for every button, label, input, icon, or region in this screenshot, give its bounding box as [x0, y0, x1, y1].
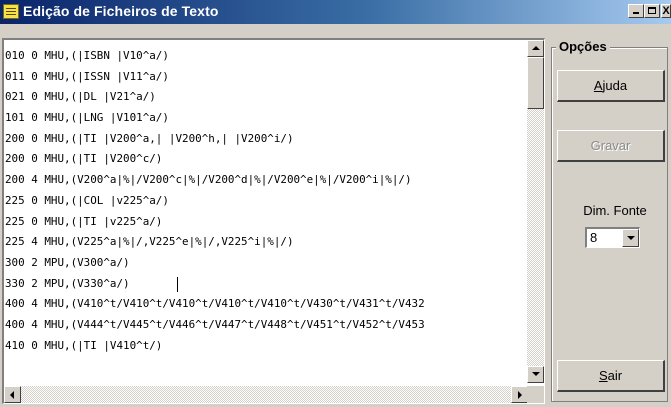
scroll-up-button[interactable]: [527, 40, 544, 57]
minimize-button[interactable]: [628, 4, 644, 18]
exit-button-label: air: [607, 368, 623, 383]
arrow-up-icon: [532, 46, 540, 50]
editor-line[interactable]: 200 0 MHU,(|TI |V200^a,| |V200^h,| |V200…: [5, 129, 527, 150]
help-accelerator: A: [593, 78, 603, 93]
vertical-scroll-thumb[interactable]: [527, 57, 544, 109]
minimize-icon: [633, 12, 639, 14]
scrollbar-corner: [527, 386, 544, 403]
editor-line[interactable]: 330 2 MPU,(V330^a/): [5, 274, 527, 295]
help-button[interactable]: Ajuda: [557, 70, 665, 102]
editor-line[interactable]: 225 0 MHU,(|COL |v225^a/): [5, 191, 527, 212]
text-caret: [177, 277, 178, 292]
font-size-value: 8: [590, 230, 598, 245]
title-bar[interactable]: Edição de Ficheiros de Texto X: [0, 0, 671, 24]
exit-accelerator: S: [598, 368, 608, 383]
editor-line[interactable]: 021 0 MHU,(|DL |V21^a/): [5, 87, 527, 108]
arrow-down-icon: [532, 372, 540, 376]
editor-line[interactable]: 300 2 MPU,(V300^a/): [5, 253, 527, 274]
font-size-label: Dim. Fonte: [583, 203, 647, 218]
editor-line[interactable]: 225 0 MHU,(|TI |v225^a/): [5, 212, 527, 233]
editor-line[interactable]: 225 4 MHU,(V225^a|%|/,V225^e|%|/,V225^i|…: [5, 232, 527, 253]
editor-line[interactable]: 400 4 MHU,(V444^t/V445^t/V446^t/V447^t/V…: [5, 315, 527, 336]
editor-lines[interactable]: 010 0 MHU,(|ISBN |V10^a/) 011 0 MHU,(|ISS…: [5, 46, 527, 376]
maximize-icon: [648, 7, 656, 14]
horizontal-scrollbar[interactable]: [4, 386, 528, 403]
editor-line[interactable]: 200 4 MHU,(V200^a|%|/V200^c|%|/V200^d|%|…: [5, 170, 527, 191]
editor-line[interactable]: 011 0 MHU,(|ISSN |V11^a/): [5, 67, 527, 88]
text-file-editor-window: Edição de Ficheiros de Texto X 010 0 MHU…: [0, 0, 671, 407]
editor-line[interactable]: 010 0 MHU,(|ISBN |V10^a/): [5, 46, 527, 67]
notepad-icon: [3, 4, 19, 19]
window-title: Edição de Ficheiros de Texto: [23, 3, 219, 19]
editor-line[interactable]: 400 4 MHU,(V410^t/V410^t/V410^t/V410^t/V…: [5, 294, 527, 315]
options-group-title: Opções: [556, 39, 610, 54]
save-button-label: Gravar: [590, 138, 631, 153]
maximize-button[interactable]: [644, 4, 660, 18]
editor-line[interactable]: 410 0 MHU,(|TI |V410^t/): [5, 336, 527, 357]
chevron-down-icon: [627, 236, 635, 240]
save-button[interactable]: Gravar: [557, 130, 665, 162]
scroll-left-button[interactable]: [4, 386, 21, 403]
arrow-right-icon: [518, 391, 522, 399]
vertical-scrollbar[interactable]: [527, 40, 544, 383]
scroll-right-button[interactable]: [511, 386, 528, 403]
close-button[interactable]: X: [661, 4, 671, 18]
arrow-left-icon: [10, 391, 14, 399]
scroll-down-button[interactable]: [527, 366, 544, 383]
exit-button[interactable]: Sair: [557, 360, 665, 392]
font-size-select[interactable]: 8: [585, 227, 640, 248]
editor-line[interactable]: 101 0 MHU,(|LNG |V101^a/): [5, 108, 527, 129]
font-size-dropdown-button[interactable]: [622, 229, 639, 247]
text-editor[interactable]: 010 0 MHU,(|ISBN |V10^a/) 011 0 MHU,(|ISS…: [2, 38, 545, 404]
help-button-label: juda: [602, 78, 628, 93]
close-icon: X: [662, 5, 670, 17]
editor-line[interactable]: 200 0 MHU,(|TI |V200^c/): [5, 149, 527, 170]
